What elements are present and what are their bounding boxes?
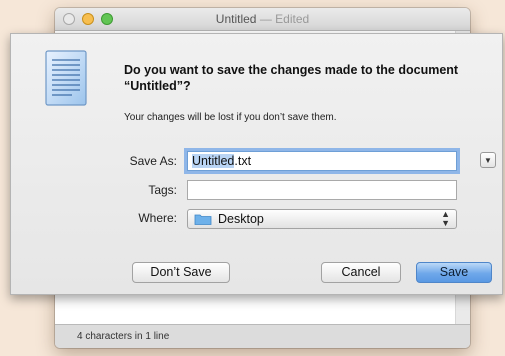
tags-label: Tags: bbox=[148, 183, 177, 197]
updown-arrows-icon: ▲ ▼ bbox=[441, 209, 450, 228]
where-label: Where: bbox=[138, 211, 177, 225]
dialog-question: Do you want to save the changes made to … bbox=[124, 63, 459, 93]
save-as-extension: .txt bbox=[234, 154, 252, 168]
window-title-name: Untitled bbox=[215, 12, 257, 26]
title-bar[interactable]: Untitled — Edited bbox=[55, 8, 470, 31]
dont-save-button[interactable]: Don’t Save bbox=[132, 262, 230, 283]
status-bar: 4 characters in 1 line bbox=[55, 324, 470, 348]
save-as-field[interactable]: Untitled.txt bbox=[187, 151, 457, 171]
window-title-separator: — bbox=[259, 12, 272, 26]
where-popup[interactable]: Desktop ▲ ▼ bbox=[187, 209, 457, 229]
window-title-status: Edited bbox=[275, 12, 310, 26]
save-changes-sheet: Do you want to save the changes made to … bbox=[10, 33, 503, 295]
save-as-label: Save As: bbox=[129, 154, 177, 168]
save-button[interactable]: Save bbox=[416, 262, 492, 283]
text-document-icon bbox=[45, 50, 87, 106]
where-value: Desktop bbox=[218, 212, 264, 226]
tags-field[interactable] bbox=[187, 180, 457, 200]
window-title: Untitled — Edited bbox=[55, 12, 470, 26]
disclosure-triangle-icon[interactable]: ▼ bbox=[480, 152, 496, 168]
cancel-button[interactable]: Cancel bbox=[321, 262, 401, 283]
save-as-selected-text: Untitled bbox=[192, 154, 235, 168]
dialog-info-text: Your changes will be lost if you don’t s… bbox=[124, 112, 337, 123]
folder-icon bbox=[194, 214, 212, 225]
